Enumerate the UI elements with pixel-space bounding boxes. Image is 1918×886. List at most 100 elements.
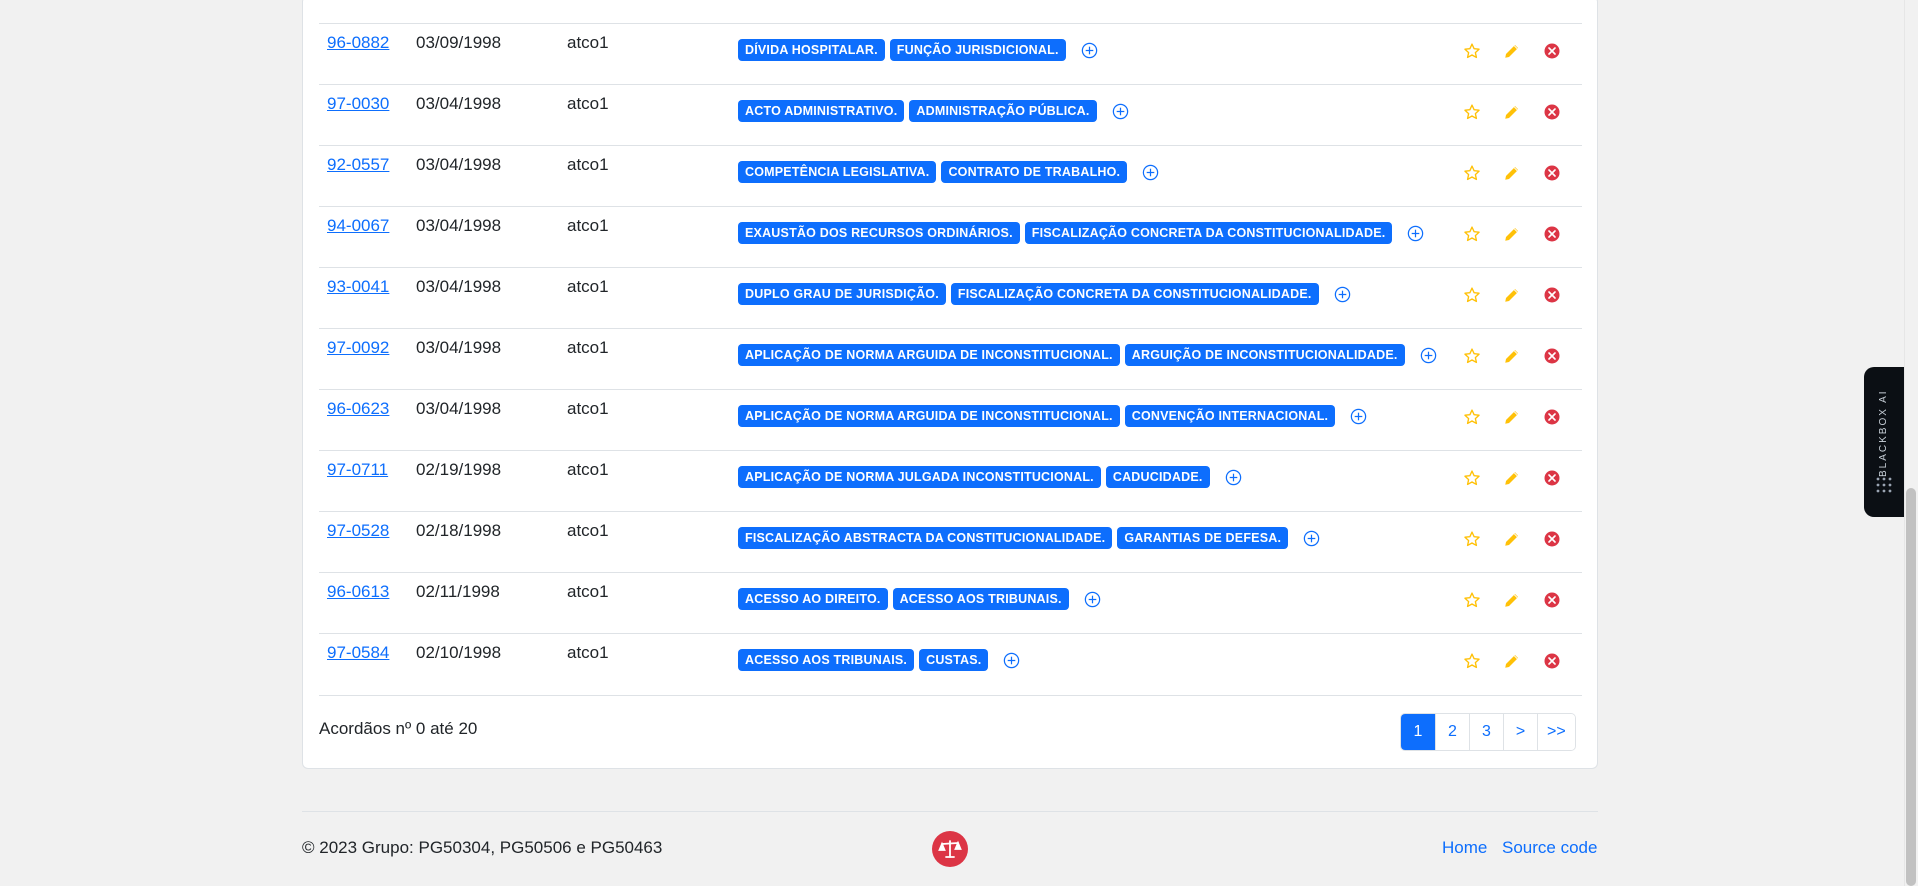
favorite-star-icon[interactable]	[1461, 284, 1483, 306]
edit-pencil-icon[interactable]	[1501, 345, 1523, 367]
delete-x-icon[interactable]	[1541, 528, 1563, 550]
descriptor-tag[interactable]: ACESSO AOS TRIBUNAIS.	[892, 588, 1069, 610]
descriptor-tag[interactable]: COMPETÊNCIA LEGISLATIVA.	[738, 161, 937, 183]
favorite-star-icon[interactable]	[1461, 223, 1483, 245]
edit-pencil-icon[interactable]	[1501, 589, 1523, 611]
descriptor-tag[interactable]: CONTRATO DE TRABALHO.	[941, 161, 1128, 183]
add-tag-icon[interactable]	[1111, 102, 1130, 121]
delete-x-icon[interactable]	[1541, 589, 1563, 611]
acordao-id-link[interactable]: 96-0882	[327, 33, 389, 53]
descriptor-tag[interactable]: DÍVIDA HOSPITALAR.	[738, 39, 885, 61]
descriptor-tag[interactable]: FISCALIZAÇÃO CONCRETA DA CONSTITUCIONALI…	[1024, 222, 1393, 244]
acordao-id-link[interactable]: 97-0711	[327, 460, 388, 480]
favorite-star-icon[interactable]	[1461, 345, 1483, 367]
acordao-user: atco1	[567, 582, 609, 601]
add-tag-icon[interactable]	[1141, 163, 1160, 182]
row-actions	[1461, 40, 1571, 62]
scrollbar-thumb[interactable]	[1906, 488, 1916, 886]
acordao-id-link[interactable]: 97-0030	[327, 94, 389, 114]
delete-x-icon[interactable]	[1541, 284, 1563, 306]
acordao-id-link[interactable]: 97-0528	[327, 521, 389, 541]
add-tag-icon[interactable]	[1002, 651, 1021, 670]
descriptor-tag[interactable]: CADUCIDADE.	[1105, 466, 1210, 488]
delete-x-icon[interactable]	[1541, 650, 1563, 672]
add-tag-icon[interactable]	[1419, 346, 1438, 365]
acordao-user: atco1	[567, 216, 609, 235]
page-button[interactable]: 1	[1401, 714, 1435, 750]
add-tag-icon[interactable]	[1080, 41, 1099, 60]
delete-x-icon[interactable]	[1541, 223, 1563, 245]
edit-pencil-icon[interactable]	[1501, 101, 1523, 123]
descriptor-tag[interactable]: EXAUSTÃO DOS RECURSOS ORDINÁRIOS.	[738, 222, 1020, 244]
descriptor-tag[interactable]: CUSTAS.	[919, 649, 989, 671]
acordao-id-link[interactable]: 96-0623	[327, 399, 389, 419]
favorite-star-icon[interactable]	[1461, 467, 1483, 489]
acordao-date: 03/09/1998	[416, 33, 502, 52]
footer-link-source-code[interactable]: Source code	[1502, 838, 1597, 858]
descriptor-tag[interactable]: APLICAÇÃO DE NORMA ARGUIDA DE INCONSTITU…	[738, 344, 1120, 366]
acordao-date: 03/04/1998	[416, 94, 502, 113]
descriptor-tag[interactable]: APLICAÇÃO DE NORMA ARGUIDA DE INCONSTITU…	[738, 405, 1120, 427]
descriptor-tag[interactable]: ACTO ADMINISTRATIVO.	[738, 100, 905, 122]
descriptor-tag[interactable]: ARGUIÇÃO DE INCONSTITUCIONALIDADE.	[1124, 344, 1405, 366]
acordao-id-link[interactable]: 92-0557	[327, 155, 389, 175]
row-actions	[1461, 589, 1571, 611]
delete-x-icon[interactable]	[1541, 162, 1563, 184]
edit-pencil-icon[interactable]	[1501, 223, 1523, 245]
delete-x-icon[interactable]	[1541, 406, 1563, 428]
edit-pencil-icon[interactable]	[1501, 406, 1523, 428]
edit-pencil-icon[interactable]	[1501, 650, 1523, 672]
descriptor-tag[interactable]: FUNÇÃO JURISDICIONAL.	[889, 39, 1066, 61]
edit-pencil-icon[interactable]	[1501, 284, 1523, 306]
acordao-id-link[interactable]: 97-0092	[327, 338, 389, 358]
acordao-date: 02/11/1998	[416, 582, 500, 601]
add-tag-icon[interactable]	[1083, 590, 1102, 609]
page-button[interactable]: >>	[1537, 714, 1575, 750]
tag-list: APLICAÇÃO DE NORMA ARGUIDA DE INCONSTITU…	[738, 344, 1438, 366]
add-tag-icon[interactable]	[1333, 285, 1352, 304]
add-tag-icon[interactable]	[1406, 224, 1425, 243]
page-button[interactable]: 3	[1469, 714, 1503, 750]
edit-pencil-icon[interactable]	[1501, 528, 1523, 550]
delete-x-icon[interactable]	[1541, 40, 1563, 62]
page-button[interactable]: 2	[1435, 714, 1469, 750]
descriptor-tag[interactable]: GARANTIAS DE DEFESA.	[1117, 527, 1289, 549]
favorite-star-icon[interactable]	[1461, 650, 1483, 672]
edit-pencil-icon[interactable]	[1501, 40, 1523, 62]
descriptor-tag[interactable]: ADMINISTRAÇÃO PÚBLICA.	[909, 100, 1097, 122]
acordao-id-link[interactable]: 93-0041	[327, 277, 389, 297]
favorite-star-icon[interactable]	[1461, 406, 1483, 428]
descriptor-tag[interactable]: ACESSO AOS TRIBUNAIS.	[738, 649, 915, 671]
acordao-user: atco1	[567, 643, 609, 662]
descriptor-tag[interactable]: ACESSO AO DIREITO.	[738, 588, 888, 610]
favorite-star-icon[interactable]	[1461, 40, 1483, 62]
table-row: 97-0584 02/10/1998 atco1 ACESSO AOS TRIB…	[319, 633, 1582, 696]
blackbox-ai-widget[interactable]: BLACKBOX AI	[1864, 367, 1904, 517]
descriptor-tag[interactable]: APLICAÇÃO DE NORMA JULGADA INCONSTITUCIO…	[738, 466, 1101, 488]
add-tag-icon[interactable]	[1302, 529, 1321, 548]
row-actions	[1461, 528, 1571, 550]
favorite-star-icon[interactable]	[1461, 162, 1483, 184]
tag-list: DÍVIDA HOSPITALAR. FUNÇÃO JURISDICIONAL.	[738, 39, 1099, 61]
delete-x-icon[interactable]	[1541, 345, 1563, 367]
favorite-star-icon[interactable]	[1461, 528, 1483, 550]
edit-pencil-icon[interactable]	[1501, 162, 1523, 184]
acordao-id-link[interactable]: 97-0584	[327, 643, 389, 663]
acordao-id-link[interactable]: 94-0067	[327, 216, 389, 236]
favorite-star-icon[interactable]	[1461, 589, 1483, 611]
add-tag-icon[interactable]	[1224, 468, 1243, 487]
delete-x-icon[interactable]	[1541, 467, 1563, 489]
favorite-star-icon[interactable]	[1461, 101, 1483, 123]
page-button[interactable]: >	[1503, 714, 1537, 750]
descriptor-tag[interactable]: DUPLO GRAU DE JURISDIÇÃO.	[738, 283, 946, 305]
descriptor-tag[interactable]: CONVENÇÃO INTERNACIONAL.	[1124, 405, 1336, 427]
descriptor-tag[interactable]: FISCALIZAÇÃO ABSTRACTA DA CONSTITUCIONAL…	[738, 527, 1113, 549]
table-row: 97-0711 02/19/1998 atco1 APLICAÇÃO DE NO…	[319, 450, 1582, 512]
footer-link-home[interactable]: Home	[1442, 838, 1487, 858]
delete-x-icon[interactable]	[1541, 101, 1563, 123]
edit-pencil-icon[interactable]	[1501, 467, 1523, 489]
acordao-id-link[interactable]: 96-0613	[327, 582, 389, 602]
acordao-date: 03/04/1998	[416, 277, 502, 296]
descriptor-tag[interactable]: FISCALIZAÇÃO CONCRETA DA CONSTITUCIONALI…	[950, 283, 1319, 305]
add-tag-icon[interactable]	[1349, 407, 1368, 426]
